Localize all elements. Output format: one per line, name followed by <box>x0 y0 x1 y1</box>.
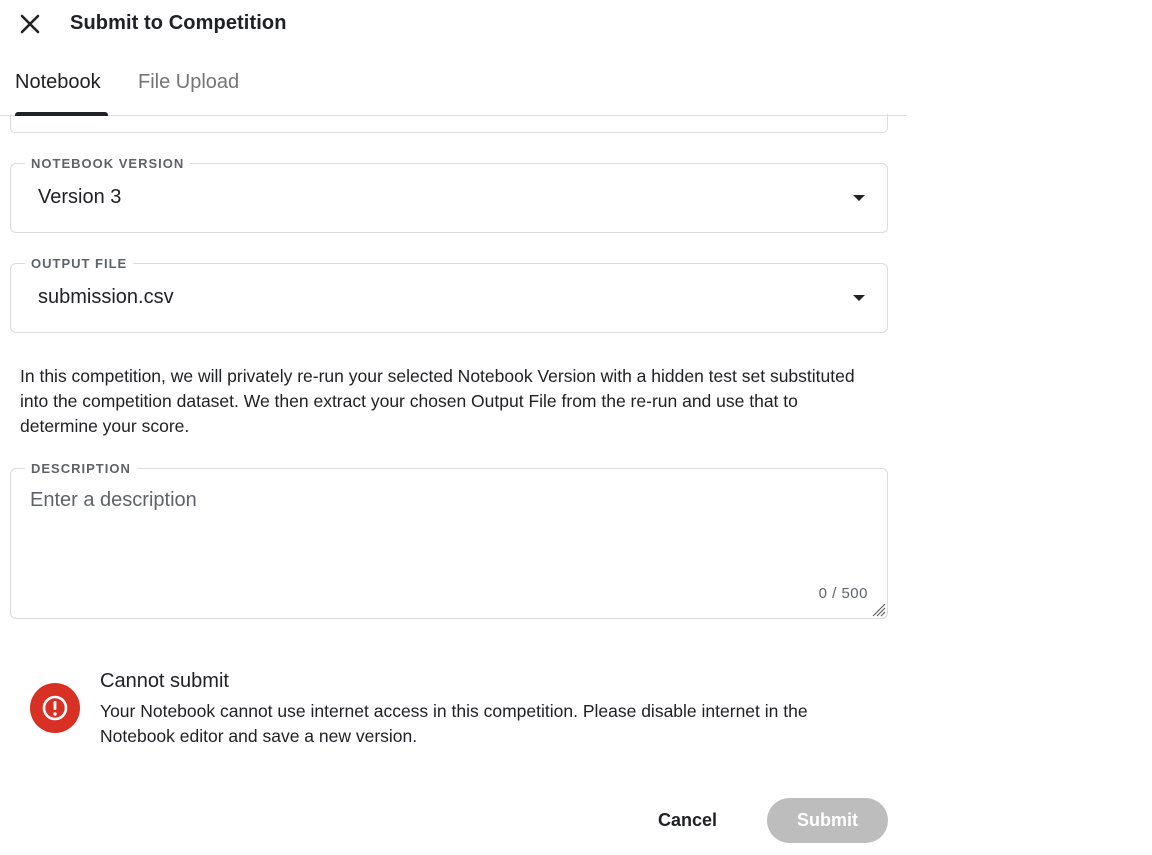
description-char-count: 0 / 500 <box>818 585 868 602</box>
submit-dialog: Submit to Competition Notebook File Uplo… <box>0 0 907 855</box>
output-file-value: submission.csv <box>38 286 174 308</box>
error-icon <box>30 683 80 733</box>
notebook-version-value: Version 3 <box>38 186 122 208</box>
tab-file-upload[interactable]: File Upload <box>138 71 239 94</box>
tab-bar: Notebook File Upload <box>0 60 907 116</box>
description-field: DESCRIPTION 0 / 500 <box>10 461 888 619</box>
notebook-version-label: NOTEBOOK VERSION <box>25 156 191 172</box>
notebook-version-select[interactable]: NOTEBOOK VERSION Version 3 <box>10 156 888 233</box>
dropdown-arrow-icon[interactable] <box>853 195 865 201</box>
dialog-title: Submit to Competition <box>70 12 287 34</box>
competition-info-text: In this competition, we will privately r… <box>20 366 855 436</box>
dialog-header: Submit to Competition <box>0 0 907 50</box>
cancel-button[interactable]: Cancel <box>640 798 735 843</box>
error-message: Your Notebook cannot use internet access… <box>100 701 808 746</box>
error-title: Cannot submit <box>100 670 229 692</box>
description-label: DESCRIPTION <box>25 461 137 477</box>
resize-handle-icon[interactable] <box>870 601 886 617</box>
description-input[interactable] <box>30 489 860 569</box>
tab-notebook[interactable]: Notebook <box>15 71 101 94</box>
dropdown-arrow-icon[interactable] <box>853 295 865 301</box>
scrolled-field-bottom <box>10 114 888 133</box>
output-file-select[interactable]: OUTPUT FILE submission.csv <box>10 256 888 333</box>
close-icon <box>20 14 40 34</box>
close-button[interactable] <box>16 10 44 38</box>
submit-button[interactable]: Submit <box>767 798 888 843</box>
output-file-label: OUTPUT FILE <box>25 256 134 272</box>
